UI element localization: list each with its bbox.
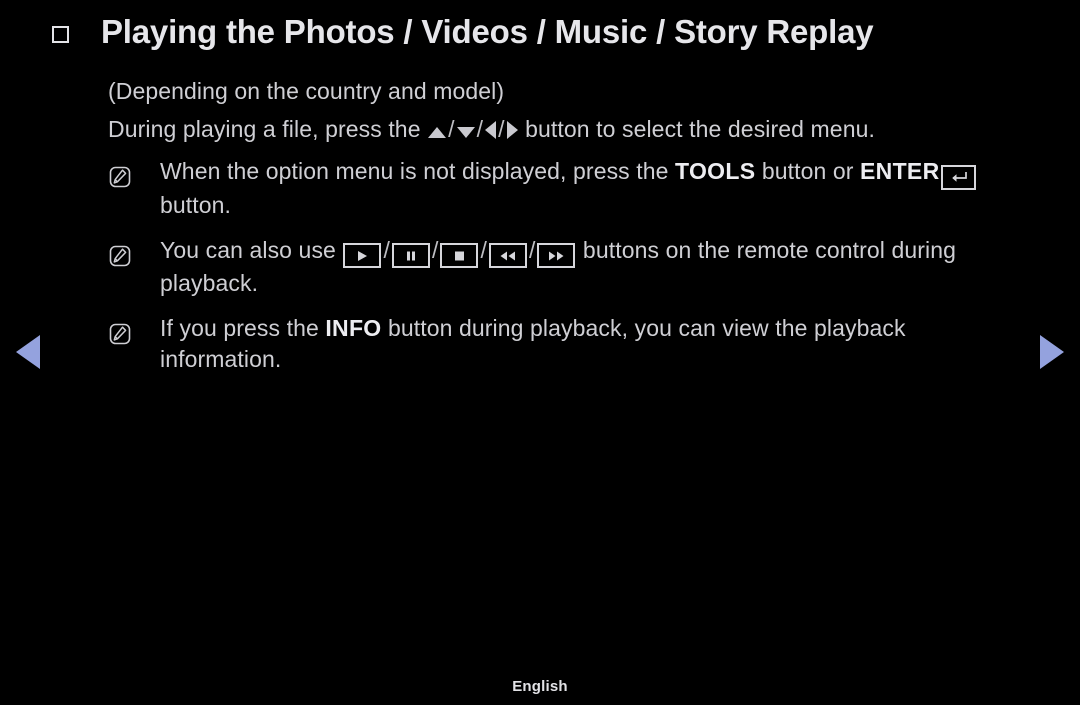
page-title: Playing the Photos / Videos / Music / St… [101, 13, 874, 50]
stop-icon [440, 243, 479, 268]
list-item: When the option menu is not displayed, p… [108, 156, 1020, 221]
footer-language-label: English [512, 678, 568, 695]
info-keyword: INFO [325, 315, 382, 341]
arrow-down-icon [456, 127, 475, 138]
note-text: You can also use / / / / buttons on the … [160, 235, 1020, 300]
list-item: If you press the INFO button during play… [108, 313, 1020, 375]
note-list: When the option menu is not displayed, p… [108, 156, 1020, 375]
previous-page-arrow[interactable] [16, 335, 40, 369]
note1-part1: When the option menu is not displayed, p… [160, 158, 676, 184]
next-page-arrow[interactable] [1040, 335, 1064, 369]
subtitle-text: (Depending on the country and model) [108, 78, 505, 104]
rewind-icon [488, 243, 527, 268]
note1-part3: button. [160, 191, 232, 218]
note-text: When the option menu is not displayed, p… [160, 156, 1020, 221]
slash-separator: / [476, 116, 484, 142]
arrow-up-icon [428, 127, 447, 138]
slash-separator: / [498, 116, 505, 142]
note3-part1: If you press the [160, 315, 326, 341]
note1-part2: button or [755, 158, 861, 184]
arrow-left-icon [485, 121, 497, 139]
instruction-suffix: button to select the desired menu. [518, 116, 875, 142]
note-pencil-icon [108, 244, 132, 268]
pause-icon [391, 243, 430, 268]
slash-separator: / [528, 236, 536, 263]
enter-keyword: ENTER [860, 158, 940, 184]
note-text: If you press the INFO button during play… [160, 313, 1020, 375]
slash-separator: / [480, 236, 487, 263]
instruction-prefix: During playing a file, press the [108, 116, 428, 142]
manual-page: Playing the Photos / Videos / Music / St… [0, 0, 1080, 705]
slash-separator: / [431, 236, 439, 263]
list-item: You can also use / / / / buttons on the … [108, 235, 1020, 300]
note2-part1: You can also use [160, 236, 343, 263]
page-title-row: Playing the Photos / Videos / Music / St… [52, 12, 1020, 52]
slash-separator: / [448, 116, 455, 142]
fast-forward-icon [537, 243, 576, 268]
enter-return-icon [941, 164, 977, 190]
note-pencil-icon [108, 165, 132, 189]
tools-keyword: TOOLS [675, 158, 756, 184]
subtitle-line: (Depending on the country and model) [108, 72, 1020, 110]
play-icon [343, 243, 382, 268]
square-bullet-icon [52, 26, 69, 43]
instruction-line: During playing a file, press the / / / but… [108, 110, 1020, 148]
body-content: (Depending on the country and model) Dur… [108, 72, 1020, 389]
slash-separator: / [383, 236, 390, 263]
note-pencil-icon [108, 322, 132, 346]
arrow-right-icon [506, 121, 518, 139]
